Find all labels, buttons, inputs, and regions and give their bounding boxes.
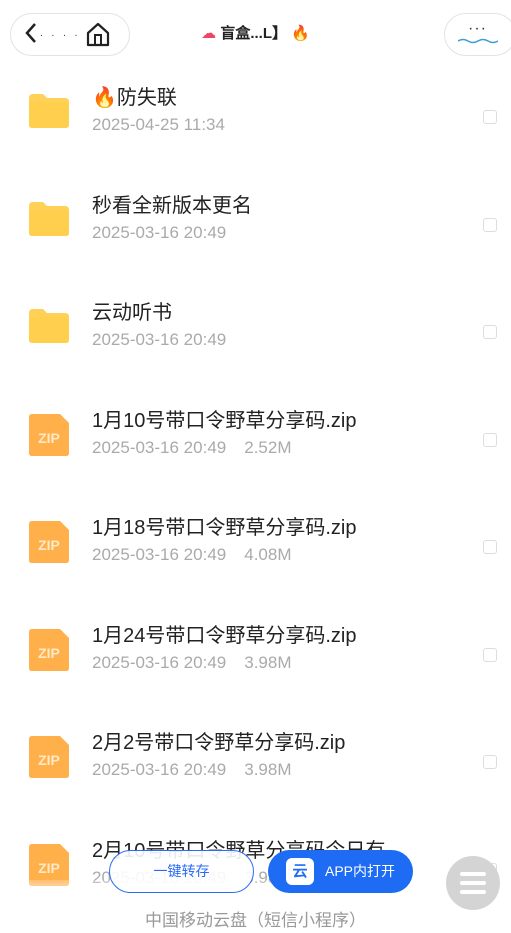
file-meta: 2025-03-16 20:49 [92,223,226,243]
folder-icon [29,94,69,128]
select-checkbox[interactable] [483,432,497,447]
file-meta: 2025-03-16 20:49 4.08M [92,545,291,565]
select-checkbox[interactable] [483,540,497,554]
file-name: 1月24号带口令野草分享码.zip [92,624,357,647]
file-row[interactable]: 秒看全新版本更名 2025-03-16 20:49 [0,178,511,285]
menu-line-icon [460,872,486,876]
file-meta: 2025-04-25 11:34 [92,115,225,135]
menu-line-icon [460,881,486,885]
wave-icon [458,38,498,44]
file-size: 3.98M [244,760,292,779]
menu-button[interactable] [446,856,500,910]
zip-file-icon: ZIP [29,521,69,563]
file-row[interactable]: ZIP 1月10号带口令野草分享码.zip 2025-03-16 20:49 2.52… [0,393,511,500]
file-meta: 2025-03-16 20:49 [92,330,226,350]
file-size: 4.08M [244,545,292,564]
menu-line-icon [460,890,486,894]
select-checkbox[interactable] [483,325,497,339]
file-name: 🔥防失联 [92,87,177,109]
file-date: 2025-04-25 11:34 [92,115,225,134]
svg-text:ZIP: ZIP [38,752,60,768]
save-to-drive-button[interactable]: 一键转存 [109,850,254,893]
file-date: 2025-03-16 20:49 [92,545,227,564]
svg-text:ZIP: ZIP [38,430,60,446]
folder-icon [29,309,69,343]
svg-text:ZIP: ZIP [38,537,60,553]
file-row[interactable]: 🔥防失联 2025-04-25 11:34 [0,70,511,177]
open-in-app-button[interactable]: 云 APP内打开 [268,850,413,893]
file-name: 1月18号带口令野草分享码.zip [92,517,357,539]
rainbow-icon: ☁ [201,25,217,42]
zip-file-icon: ZIP [29,736,69,778]
more-dots-icon[interactable]: ··· [468,20,487,38]
file-name: 1月10号带口令野草分享码.zip [92,409,357,432]
select-checkbox[interactable] [483,217,497,232]
page-title: ☁ 盲盒...L】 🔥 [0,22,511,43]
file-name: 2月2号带口令野草分享码.zip [92,732,346,754]
svg-text:ZIP: ZIP [38,645,60,661]
file-row[interactable]: ZIP 2月2号带口令野草分享码.zip 2025-03-16 20:49 3.98M [0,715,511,822]
app-caption: 中国移动云盘（短信小程序） [145,911,366,930]
title-text: 盲盒...L】 [220,25,287,42]
file-name: 云动听书 [92,302,172,324]
file-date: 2025-03-16 20:49 [92,652,227,672]
file-meta: 2025-03-16 20:49 3.98M [92,760,291,780]
file-name: 秒看全新版本更名 [92,194,252,217]
open-in-app-label: APP内打开 [325,863,396,879]
cloud-logo-icon: 云 [286,858,314,885]
file-meta: 2025-03-16 20:49 2.52M [92,438,291,458]
top-bar: . . . . . ☁ 盲盒...L】 🔥 ··· [0,0,511,70]
file-row[interactable]: ZIP 1月18号带口令野草分享码.zip 2025-03-16 20:49 4.08… [0,500,511,607]
file-row[interactable]: ZIP 1月24号带口令野草分享码.zip 2025-03-16 20:49 3.98… [0,608,511,715]
select-checkbox[interactable] [483,110,497,124]
file-meta: 2025-03-16 20:49 3.98M [92,653,291,673]
file-row[interactable]: 云动听书 2025-03-16 20:49 [0,285,511,392]
folder-icon [29,201,69,236]
select-checkbox[interactable] [483,755,497,769]
file-date: 2025-03-16 20:49 [92,437,227,457]
file-date: 2025-03-16 20:49 [92,760,227,779]
zip-file-icon: ZIP [29,413,69,456]
svg-text:ZIP: ZIP [38,860,60,876]
file-size: 3.98M [244,652,292,672]
fire-icon: 🔥 [291,25,310,42]
file-date: 2025-03-16 20:49 [92,330,227,349]
zip-file-icon: ZIP [29,628,69,671]
file-date: 2025-03-16 20:49 [92,222,227,242]
select-checkbox[interactable] [483,647,497,662]
file-size: 2.52M [244,437,292,457]
